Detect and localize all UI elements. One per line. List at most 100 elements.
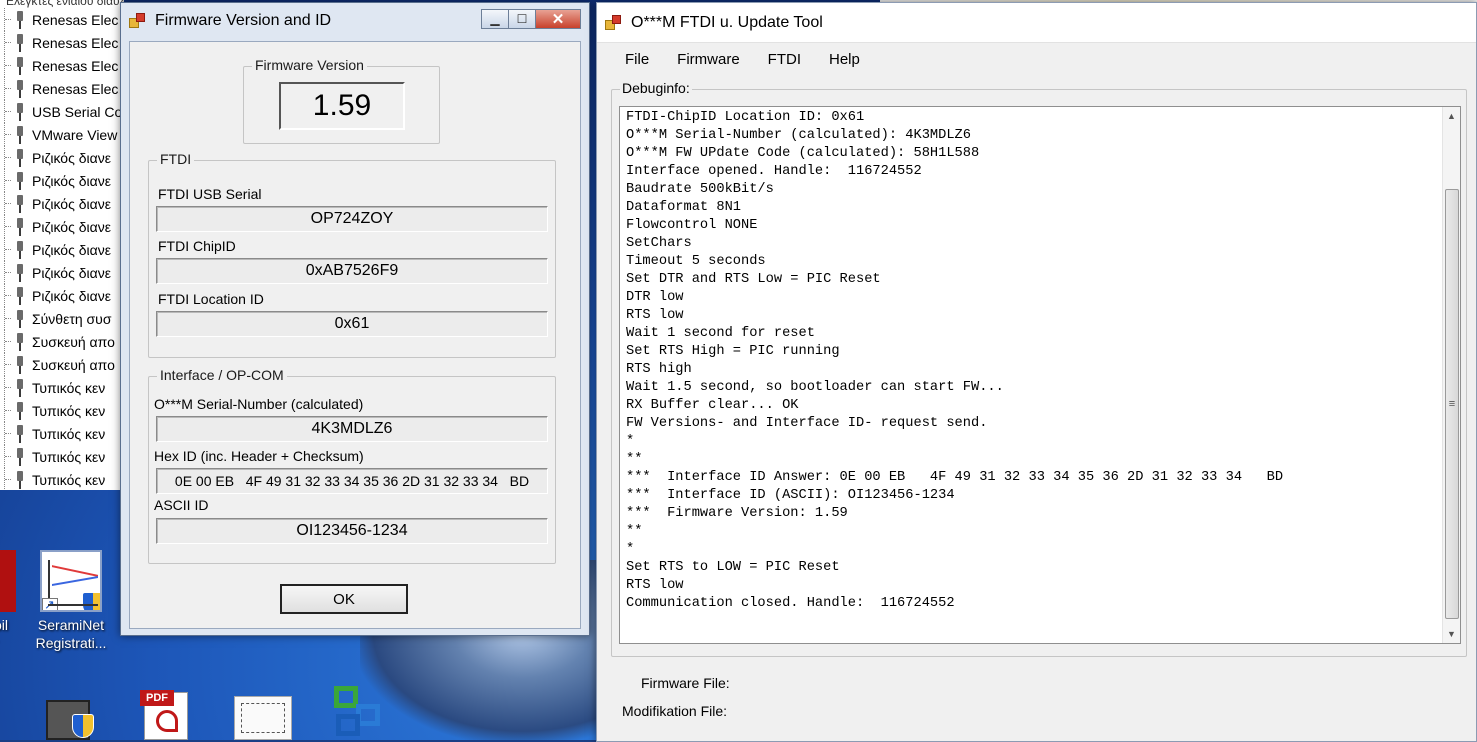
tree-connector	[4, 215, 14, 238]
maximize-button[interactable]: ☐	[508, 9, 536, 29]
pdf-icon[interactable]: PDF	[136, 686, 196, 740]
device-label: Τυπικός κεν	[32, 471, 106, 488]
device-list-item[interactable]: Ριζικός διανε	[0, 215, 123, 238]
hex-id-field[interactable]: 0E 00 EB 4F 49 31 32 33 34 35 36 2D 31 3…	[156, 468, 548, 494]
device-list-item[interactable]: Renesas Elec	[0, 8, 123, 31]
usb-plug-icon	[14, 10, 26, 29]
log-line: Flowcontrol NONE	[626, 218, 758, 233]
tree-connector	[4, 192, 14, 215]
log-line: Set DTR and RTS Low = PIC Reset	[626, 272, 881, 287]
menu-file[interactable]: File	[611, 47, 663, 72]
device-list-item[interactable]: Ριζικός διανε	[0, 169, 123, 192]
usb-plug-icon	[14, 125, 26, 144]
tree-connector	[4, 353, 14, 376]
log-line: *	[626, 434, 635, 449]
scroll-thumb[interactable]: ≡	[1445, 189, 1459, 619]
log-line: FW Versions- and Interface ID- request s…	[626, 416, 988, 431]
tree-connector	[4, 169, 14, 192]
device-list-item[interactable]: Τυπικός κεν	[0, 445, 123, 468]
tree-connector	[4, 307, 14, 330]
device-list-item[interactable]: Ριζικός διανε	[0, 146, 123, 169]
usb-plug-icon	[14, 355, 26, 374]
device-list-item[interactable]: Renesas Elec	[0, 77, 123, 100]
device-label: Ριζικός διανε	[32, 172, 111, 189]
scroll-down-icon[interactable]: ▼	[1443, 625, 1460, 643]
device-list-item[interactable]: Renesas Elec	[0, 54, 123, 77]
device-list-item[interactable]: Ριζικός διανε	[0, 284, 123, 307]
device-list-item[interactable]: Σύνθετη συσ	[0, 307, 123, 330]
device-list-item[interactable]: Συσκευή απο	[0, 330, 123, 353]
device-list-item[interactable]: Ριζικός διανε	[0, 192, 123, 215]
menu-ftdi[interactable]: FTDI	[754, 47, 815, 72]
desktop-icon-label: SeramiNet	[37, 617, 105, 633]
tree-connector	[4, 54, 14, 77]
desktop-icon-label: oil	[0, 617, 8, 633]
hex-id-label: Hex ID (inc. Header + Checksum)	[154, 448, 364, 464]
device-label: Σύνθετη συσ	[32, 310, 112, 327]
ftdi-chipid-field[interactable]: 0xAB7526F9	[156, 258, 548, 284]
chip-icon[interactable]	[40, 694, 100, 740]
firmware-version-value: 1.59	[279, 82, 405, 130]
log-line: Baudrate 500kBit/s	[626, 182, 774, 197]
usb-plug-icon	[14, 56, 26, 75]
pdf-badge: PDF	[140, 690, 174, 706]
log-line: O***M Serial-Number (calculated): 4K3MDL…	[626, 128, 971, 143]
desktop-icon-seraminet[interactable]: SeramiNet Registrati...	[26, 550, 116, 652]
usb-plug-icon	[14, 217, 26, 236]
ftdi-usb-serial-field[interactable]: OP724ZOY	[156, 206, 548, 232]
device-label: Renesas Elec	[32, 57, 119, 74]
network-icon[interactable]	[330, 684, 390, 740]
device-list-item[interactable]: Τυπικός κεν	[0, 468, 123, 490]
usb-plug-icon	[14, 332, 26, 351]
debuginfo-group: Debuginfo: FTDI-ChipID Location ID: 0x61…	[611, 80, 1467, 657]
device-label: Ριζικός διανε	[32, 264, 111, 281]
device-label: Ριζικός διανε	[32, 287, 111, 304]
ftdi-location-field[interactable]: 0x61	[156, 311, 548, 337]
log-line: *** Interface ID (ASCII): OI123456-1234	[626, 488, 955, 503]
usb-plug-icon	[14, 171, 26, 190]
log-line: Interface opened. Handle: 116724552	[626, 164, 922, 179]
device-list-item[interactable]: Ριζικός διανε	[0, 238, 123, 261]
window-controls: ▁ ☐ ✕	[481, 9, 581, 29]
tree-connector	[4, 261, 14, 284]
tree-connector	[4, 77, 14, 100]
desktop-icon-label: Registrati...	[35, 635, 107, 651]
close-button[interactable]: ✕	[535, 9, 581, 29]
firmware-version-group: Firmware Version 1.59	[243, 57, 440, 144]
ok-button[interactable]: OK	[280, 584, 408, 614]
device-list-item[interactable]: Ριζικός διανε	[0, 261, 123, 284]
sketch-icon[interactable]	[234, 696, 292, 740]
debug-log: FTDI-ChipID Location ID: 0x61 O***M Seria…	[626, 109, 1283, 613]
vertical-scrollbar[interactable]: ▲ ≡ ▼	[1442, 107, 1460, 643]
tree-connector	[4, 330, 14, 353]
device-list-item[interactable]: VMware View	[0, 123, 123, 146]
scroll-up-icon[interactable]: ▲	[1443, 107, 1460, 125]
log-line: Communication closed. Handle: 116724552	[626, 596, 955, 611]
usb-plug-icon	[14, 424, 26, 443]
device-list-item[interactable]: Τυπικός κεν	[0, 422, 123, 445]
ascii-id-field[interactable]: OI123456-1234	[156, 518, 548, 544]
serial-number-field[interactable]: 4K3MDLZ6	[156, 416, 548, 442]
firmware-file-label: Firmware File:	[641, 675, 730, 691]
minimize-button[interactable]: ▁	[481, 9, 509, 29]
device-label: Συσκευή απο	[32, 333, 115, 350]
device-label: Renesas Elec	[32, 80, 119, 97]
device-list-item[interactable]: USB Serial Co	[0, 100, 123, 123]
log-line: RTS low	[626, 578, 684, 593]
device-list-item[interactable]: Συσκευή απο	[0, 353, 123, 376]
group-label: Interface / OP-COM	[157, 367, 287, 383]
group-label: FTDI	[157, 151, 195, 167]
menu-firmware[interactable]: Firmware	[663, 47, 754, 72]
partial-icon	[0, 550, 16, 612]
desktop-icon-partial[interactable]: oil r	[0, 550, 26, 652]
firmware-version-dialog: Firmware Version and ID ▁ ☐ ✕ Firmware V…	[120, 2, 590, 636]
device-list-item[interactable]: Τυπικός κεν	[0, 376, 123, 399]
dialog-title: Firmware Version and ID	[155, 12, 332, 29]
debug-log-textarea[interactable]: FTDI-ChipID Location ID: 0x61 O***M Seria…	[619, 106, 1461, 644]
menu-help[interactable]: Help	[815, 47, 874, 72]
device-label: Renesas Elec	[32, 34, 119, 51]
device-category-header: Ελεγκτές ενιαίου διαύλου (USB)	[6, 0, 123, 8]
chart-program-icon	[40, 550, 102, 612]
device-list-item[interactable]: Renesas Elec	[0, 31, 123, 54]
device-list-item[interactable]: Τυπικός κεν	[0, 399, 123, 422]
